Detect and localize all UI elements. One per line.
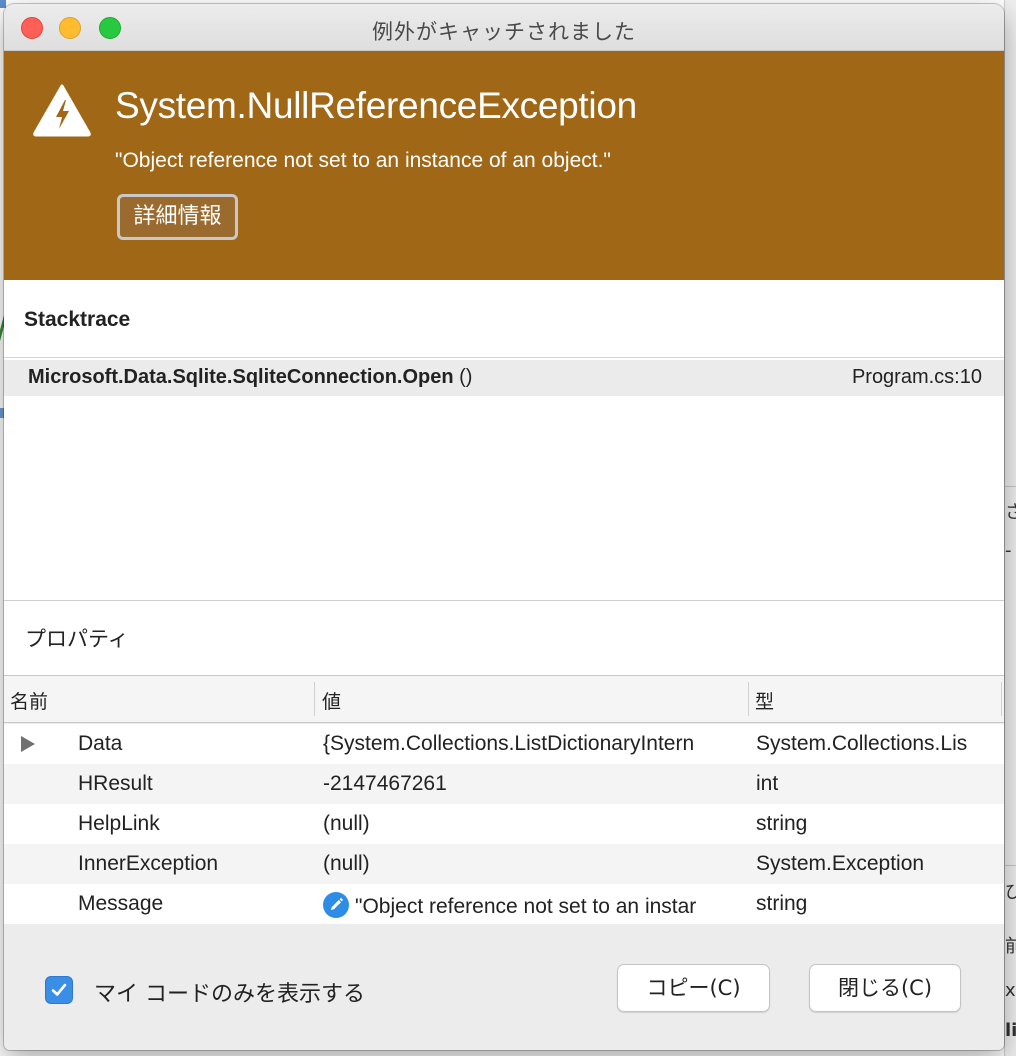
stacktrace-method-args: () bbox=[453, 366, 473, 388]
property-name: InnerException bbox=[78, 852, 219, 875]
background-divider bbox=[1005, 486, 1016, 487]
just-my-code-checkbox[interactable] bbox=[45, 976, 73, 1004]
property-row[interactable]: HResult -2147467261 int bbox=[4, 764, 1004, 804]
background-text-fragment: xt bbox=[1005, 980, 1016, 1001]
column-separator[interactable] bbox=[748, 682, 749, 716]
properties-title: プロパティ bbox=[25, 627, 129, 651]
dialog-footer: マイ コードのみを表示する コピー(C) 閉じる(C) bbox=[4, 924, 1004, 1050]
background-text-fragment: び bbox=[1005, 882, 1016, 903]
property-value: -2147467261 bbox=[323, 772, 447, 795]
property-value: {System.Collections.ListDictionaryIntern bbox=[323, 732, 695, 755]
checkmark-icon bbox=[51, 983, 67, 996]
stacktrace-panel: Stacktrace Microsoft.Data.Sqlite.SqliteC… bbox=[4, 280, 1004, 600]
background-divider bbox=[1005, 865, 1016, 866]
exception-banner: System.NullReferenceException "Object re… bbox=[4, 51, 1004, 280]
property-name: HelpLink bbox=[78, 812, 160, 835]
property-row[interactable]: InnerException (null) System.Exception bbox=[4, 844, 1004, 884]
pencil-edit-icon[interactable] bbox=[323, 892, 349, 918]
property-value: "Object reference not set to an instar bbox=[355, 895, 697, 918]
exception-message: "Object reference not set to an instance… bbox=[115, 149, 611, 172]
properties-grid: Data {System.Collections.ListDictionaryI… bbox=[4, 724, 1004, 924]
property-type: string bbox=[756, 892, 808, 915]
property-value: (null) bbox=[323, 812, 370, 835]
divider bbox=[4, 357, 1004, 358]
expand-triangle-icon[interactable] bbox=[21, 736, 35, 752]
background-text-fragment: さ bbox=[1005, 502, 1016, 523]
property-name: Data bbox=[78, 732, 123, 755]
property-row[interactable]: HelpLink (null) string bbox=[4, 804, 1004, 844]
stacktrace-frame[interactable]: Microsoft.Data.Sqlite.SqliteConnection.O… bbox=[4, 360, 1004, 396]
column-header-name[interactable]: 名前 bbox=[10, 687, 48, 714]
column-header-type[interactable]: 型 bbox=[755, 687, 774, 714]
background-app-right-edge: さ - び 前 xt li bbox=[1004, 0, 1016, 1056]
property-row[interactable]: Data {System.Collections.ListDictionaryI… bbox=[4, 724, 1004, 764]
column-separator[interactable] bbox=[1001, 682, 1002, 716]
property-type: System.Collections.Lis bbox=[756, 732, 968, 755]
copy-button[interactable]: コピー(C) bbox=[617, 964, 770, 1012]
background-text-fragment: li bbox=[1005, 1020, 1016, 1041]
details-button[interactable]: 詳細情報 bbox=[117, 194, 238, 240]
exception-type: System.NullReferenceException bbox=[115, 85, 637, 126]
property-type: int bbox=[756, 772, 779, 795]
column-separator[interactable] bbox=[314, 682, 315, 716]
window-title: 例外がキャッチされました bbox=[372, 20, 636, 44]
properties-header: プロパティ bbox=[4, 601, 1004, 675]
stacktrace-title: Stacktrace bbox=[24, 308, 131, 331]
property-value: (null) bbox=[323, 852, 370, 875]
background-text-fragment: - bbox=[1005, 540, 1012, 561]
stacktrace-method: Microsoft.Data.Sqlite.SqliteConnection.O… bbox=[28, 366, 472, 389]
background-text-fragment: 前 bbox=[1005, 936, 1016, 957]
property-row[interactable]: Message "Object reference not set to an … bbox=[4, 884, 1004, 924]
property-name: Message bbox=[78, 892, 164, 915]
stacktrace-method-name: Microsoft.Data.Sqlite.SqliteConnection.O… bbox=[28, 366, 454, 388]
property-type: System.Exception bbox=[756, 852, 925, 875]
property-type: string bbox=[756, 812, 808, 835]
warning-bolt-icon bbox=[32, 83, 92, 137]
properties-grid-header: 名前 値 型 bbox=[4, 675, 1004, 723]
column-header-value[interactable]: 値 bbox=[322, 687, 341, 714]
just-my-code-label[interactable]: マイ コードのみを表示する bbox=[94, 976, 365, 1008]
exception-dialog: 例外がキャッチされました System.NullReferenceExcepti… bbox=[4, 4, 1004, 1050]
property-name: HResult bbox=[78, 772, 153, 795]
property-value-cell: "Object reference not set to an instar bbox=[323, 892, 747, 919]
title-bar[interactable]: 例外がキャッチされました bbox=[4, 4, 1004, 51]
close-button[interactable]: 閉じる(C) bbox=[809, 964, 961, 1012]
stacktrace-location[interactable]: Program.cs:10 bbox=[852, 366, 982, 389]
